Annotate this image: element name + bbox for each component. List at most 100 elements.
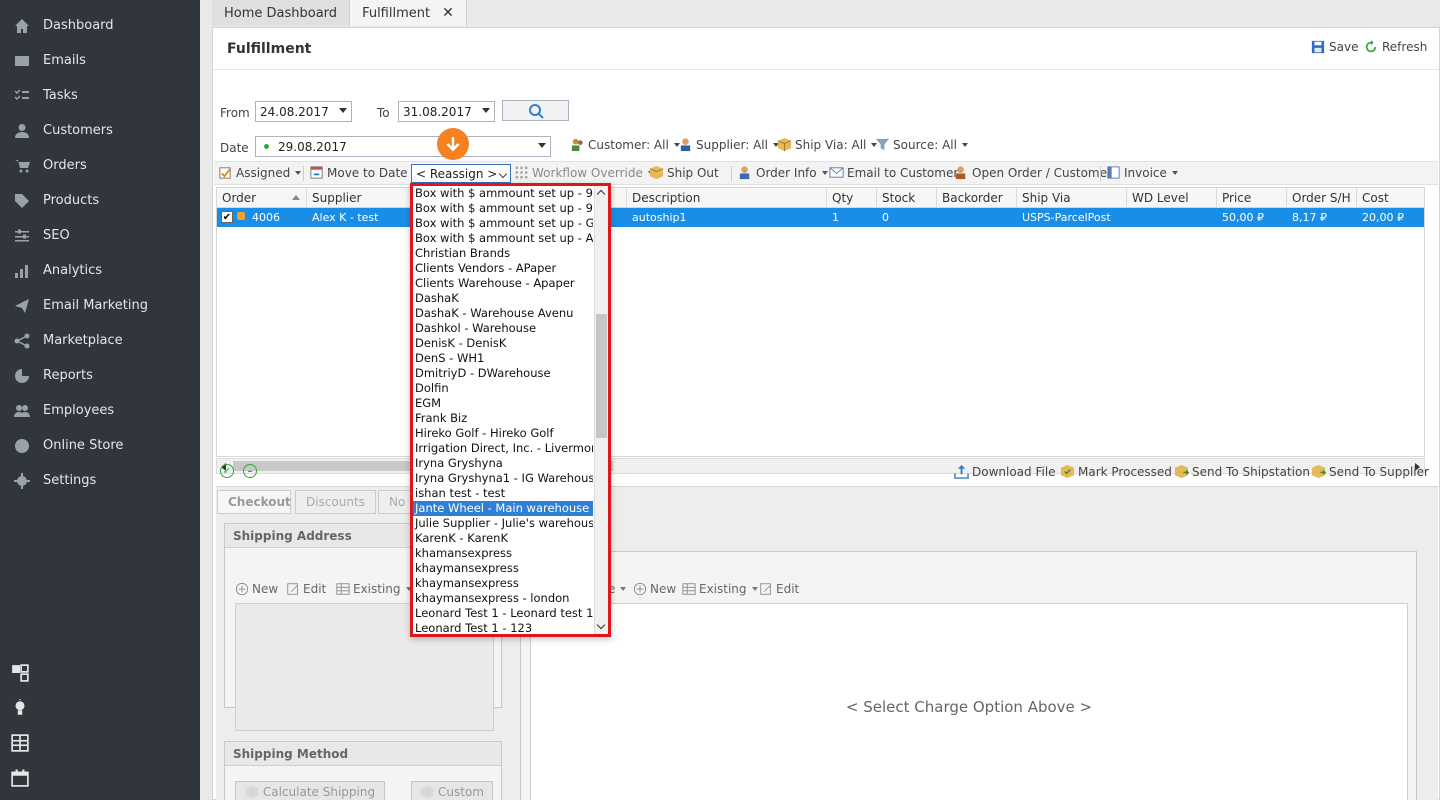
reassign-option[interactable]: Christian Brands [413, 246, 593, 261]
reassign-option[interactable]: Clients Warehouse - Apaper [413, 276, 593, 291]
reassign-option[interactable]: Iryna Gryshyna [413, 456, 593, 471]
reassign-option[interactable]: Box with $ ammount set up - Glas [413, 216, 593, 231]
lightbulb-icon[interactable] [11, 699, 31, 719]
reassign-option[interactable]: DenS - WH1 [413, 351, 593, 366]
layout-icon[interactable] [11, 664, 31, 684]
reassign-option[interactable]: Box with $ ammount set up - Alex [413, 231, 593, 246]
expand-all-icon[interactable]: ✓ [220, 464, 234, 478]
assigned-button[interactable]: Assigned [218, 165, 302, 180]
reassign-option[interactable]: DenisK - DenisK [413, 336, 593, 351]
refresh-button[interactable]: Refresh [1364, 40, 1427, 54]
sidebar-item-email-marketing[interactable]: Email Marketing [0, 288, 200, 323]
chevron-down-icon[interactable] [596, 620, 606, 630]
sidebar-item-reports[interactable]: Reports [0, 358, 200, 393]
ship-out-button[interactable]: Ship Out [649, 165, 719, 180]
save-button[interactable]: Save [1311, 40, 1358, 54]
invoice-button[interactable]: Invoice [1106, 165, 1178, 180]
reassign-select[interactable]: < Reassign > [411, 164, 511, 183]
custom-shipping-button[interactable]: Custom [411, 781, 493, 800]
tab-checkout[interactable]: Checkout [217, 490, 291, 514]
tab-fulfillment[interactable]: Fulfillment ✕ [350, 0, 467, 26]
reassign-option[interactable]: Leonard Test 1 - Leonard test 1 [413, 606, 593, 621]
source-filter[interactable]: Source: All [875, 137, 968, 152]
reassign-option[interactable]: Jante Wheel - Main warehouse [413, 501, 593, 516]
sidebar-item-tasks[interactable]: Tasks [0, 78, 200, 113]
send-to-shipstation-button[interactable]: Send To Shipstation [1174, 464, 1310, 479]
sidebar-item-online-store[interactable]: Online Store [0, 428, 200, 463]
reassign-option[interactable]: DashaK [413, 291, 593, 306]
column-header-order-sh[interactable]: Order S/H [1287, 188, 1357, 208]
calendar-icon[interactable] [11, 769, 31, 789]
sidebar-item-emails[interactable]: Emails [0, 43, 200, 78]
column-header-cost[interactable]: Cost [1357, 188, 1424, 208]
column-header-price[interactable]: Price [1217, 188, 1287, 208]
tab-discounts[interactable]: Discounts [295, 490, 376, 514]
new-address-button[interactable]: New [235, 582, 278, 596]
reassign-option[interactable]: Leonard Test 1 - 123 [413, 621, 593, 634]
sidebar-item-dashboard[interactable]: Dashboard [0, 8, 200, 43]
column-header-ship-via[interactable]: Ship Via [1017, 188, 1127, 208]
existing-address-button[interactable]: Existing [336, 582, 412, 596]
workflow-override-button[interactable]: Workflow Override [514, 165, 654, 180]
reassign-option[interactable]: DashaK - Warehouse Avenu [413, 306, 593, 321]
download-file-button[interactable]: Download File [954, 464, 1056, 479]
column-header-backorder[interactable]: Backorder [937, 188, 1017, 208]
column-header-qty[interactable]: Qty [827, 188, 877, 208]
column-header-description[interactable]: Description [627, 188, 827, 208]
open-order-customer-button[interactable]: Open Order / Customer [954, 165, 1112, 180]
sidebar-item-customers[interactable]: Customers [0, 113, 200, 148]
reassign-option[interactable]: khaymansexpress [413, 576, 593, 591]
customer-filter[interactable]: Customer: All [570, 137, 680, 152]
edit-payment-button[interactable]: Edit [759, 582, 799, 596]
scroll-thumb[interactable] [596, 314, 607, 438]
to-date-picker[interactable]: 31.08.2017 [398, 101, 495, 122]
existing-payment-button[interactable]: Existing [682, 582, 758, 596]
order-info-button[interactable]: Order Info [738, 165, 828, 180]
sidebar-item-marketplace[interactable]: Marketplace [0, 323, 200, 358]
column-header-wd-level[interactable]: WD Level [1127, 188, 1217, 208]
sidebar-item-orders[interactable]: Orders [0, 148, 200, 183]
sidebar-item-settings[interactable]: Settings [0, 463, 200, 498]
reassign-option[interactable]: khaymansexpress [413, 561, 593, 576]
collapse-all-icon[interactable]: – [243, 464, 257, 478]
supplier-filter[interactable]: Supplier: All [678, 137, 779, 152]
reassign-option[interactable]: Julie Supplier - Julie's warehouse [413, 516, 593, 531]
send-to-supplier-button[interactable]: Send To Supplier [1311, 464, 1429, 479]
reassign-option[interactable]: Clients Vendors - APaper [413, 261, 593, 276]
reassign-option[interactable]: Dashkol - Warehouse [413, 321, 593, 336]
sidebar-item-analytics[interactable]: Analytics [0, 253, 200, 288]
reassign-option[interactable]: Box with $ ammount set up - 999 l [413, 201, 593, 216]
reassign-option[interactable]: khamansexpress [413, 546, 593, 561]
sidebar-item-employees[interactable]: Employees [0, 393, 200, 428]
ship-via-filter[interactable]: Ship Via: All [777, 137, 878, 152]
date-picker[interactable]: 29.08.2017 [255, 136, 551, 157]
reassign-option[interactable]: KarenK - KarenK [413, 531, 593, 546]
reassign-option[interactable]: Frank Biz [413, 411, 593, 426]
email-to-customer-button[interactable]: Email to Customer [829, 165, 958, 180]
tab-home-dashboard[interactable]: Home Dashboard [212, 0, 351, 26]
reassign-option[interactable]: DmitriyD - DWarehouse [413, 366, 593, 381]
row-checkbox[interactable]: ✔ [221, 211, 233, 223]
column-header-stock[interactable]: Stock [877, 188, 937, 208]
search-button[interactable] [502, 100, 569, 121]
reassign-option[interactable]: ishan test - test [413, 486, 593, 501]
table-row[interactable]: ✔ 4006 Alex K - test autoship1 1 0 USPS-… [217, 208, 1424, 227]
calculate-shipping-button[interactable]: Calculate Shipping [235, 781, 385, 800]
reassign-option[interactable]: EGM [413, 396, 593, 411]
new-payment-button[interactable]: New [633, 582, 676, 596]
column-header-order[interactable]: Order [217, 188, 307, 208]
tab-notes[interactable]: No [378, 490, 414, 514]
dropdown-scrollbar[interactable] [594, 186, 608, 634]
sidebar-item-products[interactable]: Products [0, 183, 200, 218]
reassign-option[interactable]: Box with $ ammount set up - 900 l [413, 186, 593, 201]
reassign-option[interactable]: Hireko Golf - Hireko Golf [413, 426, 593, 441]
reassign-dropdown-list[interactable]: Box with $ ammount set up - 900 lBox wit… [410, 183, 611, 637]
from-date-picker[interactable]: 24.08.2017 [255, 101, 352, 122]
move-to-date-button[interactable]: Move to Date [309, 165, 408, 180]
reassign-option[interactable]: Dolfin [413, 381, 593, 396]
close-icon[interactable]: ✕ [442, 5, 454, 21]
grid-layout-icon[interactable] [11, 734, 31, 754]
reassign-option[interactable]: Irrigation Direct, Inc. - Livermore, ( [413, 441, 593, 456]
chevron-up-icon[interactable] [596, 189, 606, 199]
reassign-option[interactable]: Iryna Gryshyna1 - IG Warehouse [413, 471, 593, 486]
